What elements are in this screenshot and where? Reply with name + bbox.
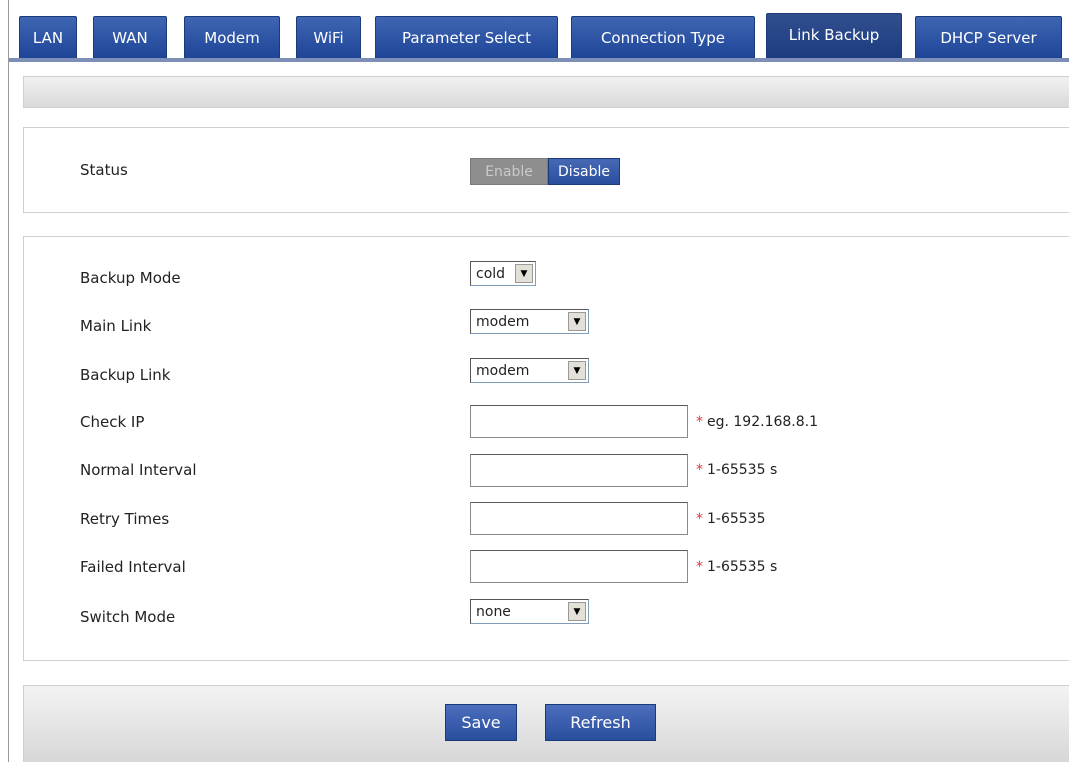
backup-link-value: modem: [476, 362, 530, 379]
backup-mode-select[interactable]: cold ▼: [470, 261, 536, 286]
tab-lan[interactable]: LAN: [19, 16, 77, 58]
main-link-select[interactable]: modem ▼: [470, 309, 589, 334]
required-mark: *: [696, 511, 703, 527]
backup-link-label: Backup Link: [80, 366, 171, 384]
tab-wifi[interactable]: WiFi: [296, 16, 361, 58]
chevron-down-icon: ▼: [568, 602, 586, 621]
switch-mode-select[interactable]: none ▼: [470, 599, 589, 624]
retry-times-hint-text: 1-65535: [707, 511, 766, 527]
backup-mode-label: Backup Mode: [80, 269, 181, 287]
backup-mode-value: cold: [476, 265, 506, 282]
tab-modem[interactable]: Modem: [184, 16, 280, 58]
tab-dhcp-server[interactable]: DHCP Server: [915, 16, 1062, 58]
title-strip: [23, 76, 1069, 108]
normal-interval-hint: * 1-65535 s: [696, 462, 777, 478]
tab-bar: LAN WAN Modem WiFi Parameter Select Conn…: [9, 0, 1069, 62]
backup-link-select[interactable]: modem ▼: [470, 358, 589, 383]
failed-interval-input[interactable]: [470, 550, 688, 583]
failed-interval-hint-text: 1-65535 s: [707, 559, 778, 575]
chevron-down-icon: ▼: [568, 312, 586, 331]
required-mark: *: [696, 414, 703, 430]
refresh-button[interactable]: Refresh: [545, 704, 656, 741]
status-label: Status: [80, 161, 128, 179]
switch-mode-value: none: [476, 603, 511, 620]
settings-panel: Backup Mode cold ▼ Main Link modem ▼ Bac…: [23, 236, 1069, 661]
check-ip-hint: * eg. 192.168.8.1: [696, 414, 818, 430]
normal-interval-input[interactable]: [470, 454, 688, 487]
tab-wan[interactable]: WAN: [93, 16, 167, 58]
required-mark: *: [696, 462, 703, 478]
retry-times-input[interactable]: [470, 502, 688, 535]
chevron-down-icon: ▼: [515, 264, 533, 283]
main-link-value: modem: [476, 313, 530, 330]
required-mark: *: [696, 559, 703, 575]
check-ip-input[interactable]: [470, 405, 688, 438]
status-panel: Status Enable Disable: [23, 127, 1069, 213]
chevron-down-icon: ▼: [568, 361, 586, 380]
normal-interval-label: Normal Interval: [80, 461, 197, 479]
check-ip-hint-text: eg. 192.168.8.1: [707, 414, 819, 430]
tab-link-backup[interactable]: Link Backup: [766, 13, 902, 58]
normal-interval-hint-text: 1-65535 s: [707, 462, 778, 478]
failed-interval-hint: * 1-65535 s: [696, 559, 777, 575]
tab-connection-type[interactable]: Connection Type: [571, 16, 755, 58]
main-link-label: Main Link: [80, 317, 152, 335]
tab-parameter-select[interactable]: Parameter Select: [375, 16, 558, 58]
disable-button[interactable]: Disable: [548, 158, 620, 185]
retry-times-label: Retry Times: [80, 510, 170, 528]
switch-mode-label: Switch Mode: [80, 608, 176, 626]
check-ip-label: Check IP: [80, 413, 145, 431]
failed-interval-label: Failed Interval: [80, 558, 186, 576]
retry-times-hint: * 1-65535: [696, 511, 766, 527]
enable-button[interactable]: Enable: [470, 158, 548, 185]
action-bar: Save Refresh: [23, 685, 1069, 762]
save-button[interactable]: Save: [445, 704, 517, 741]
page-frame: LAN WAN Modem WiFi Parameter Select Conn…: [8, 0, 1069, 762]
